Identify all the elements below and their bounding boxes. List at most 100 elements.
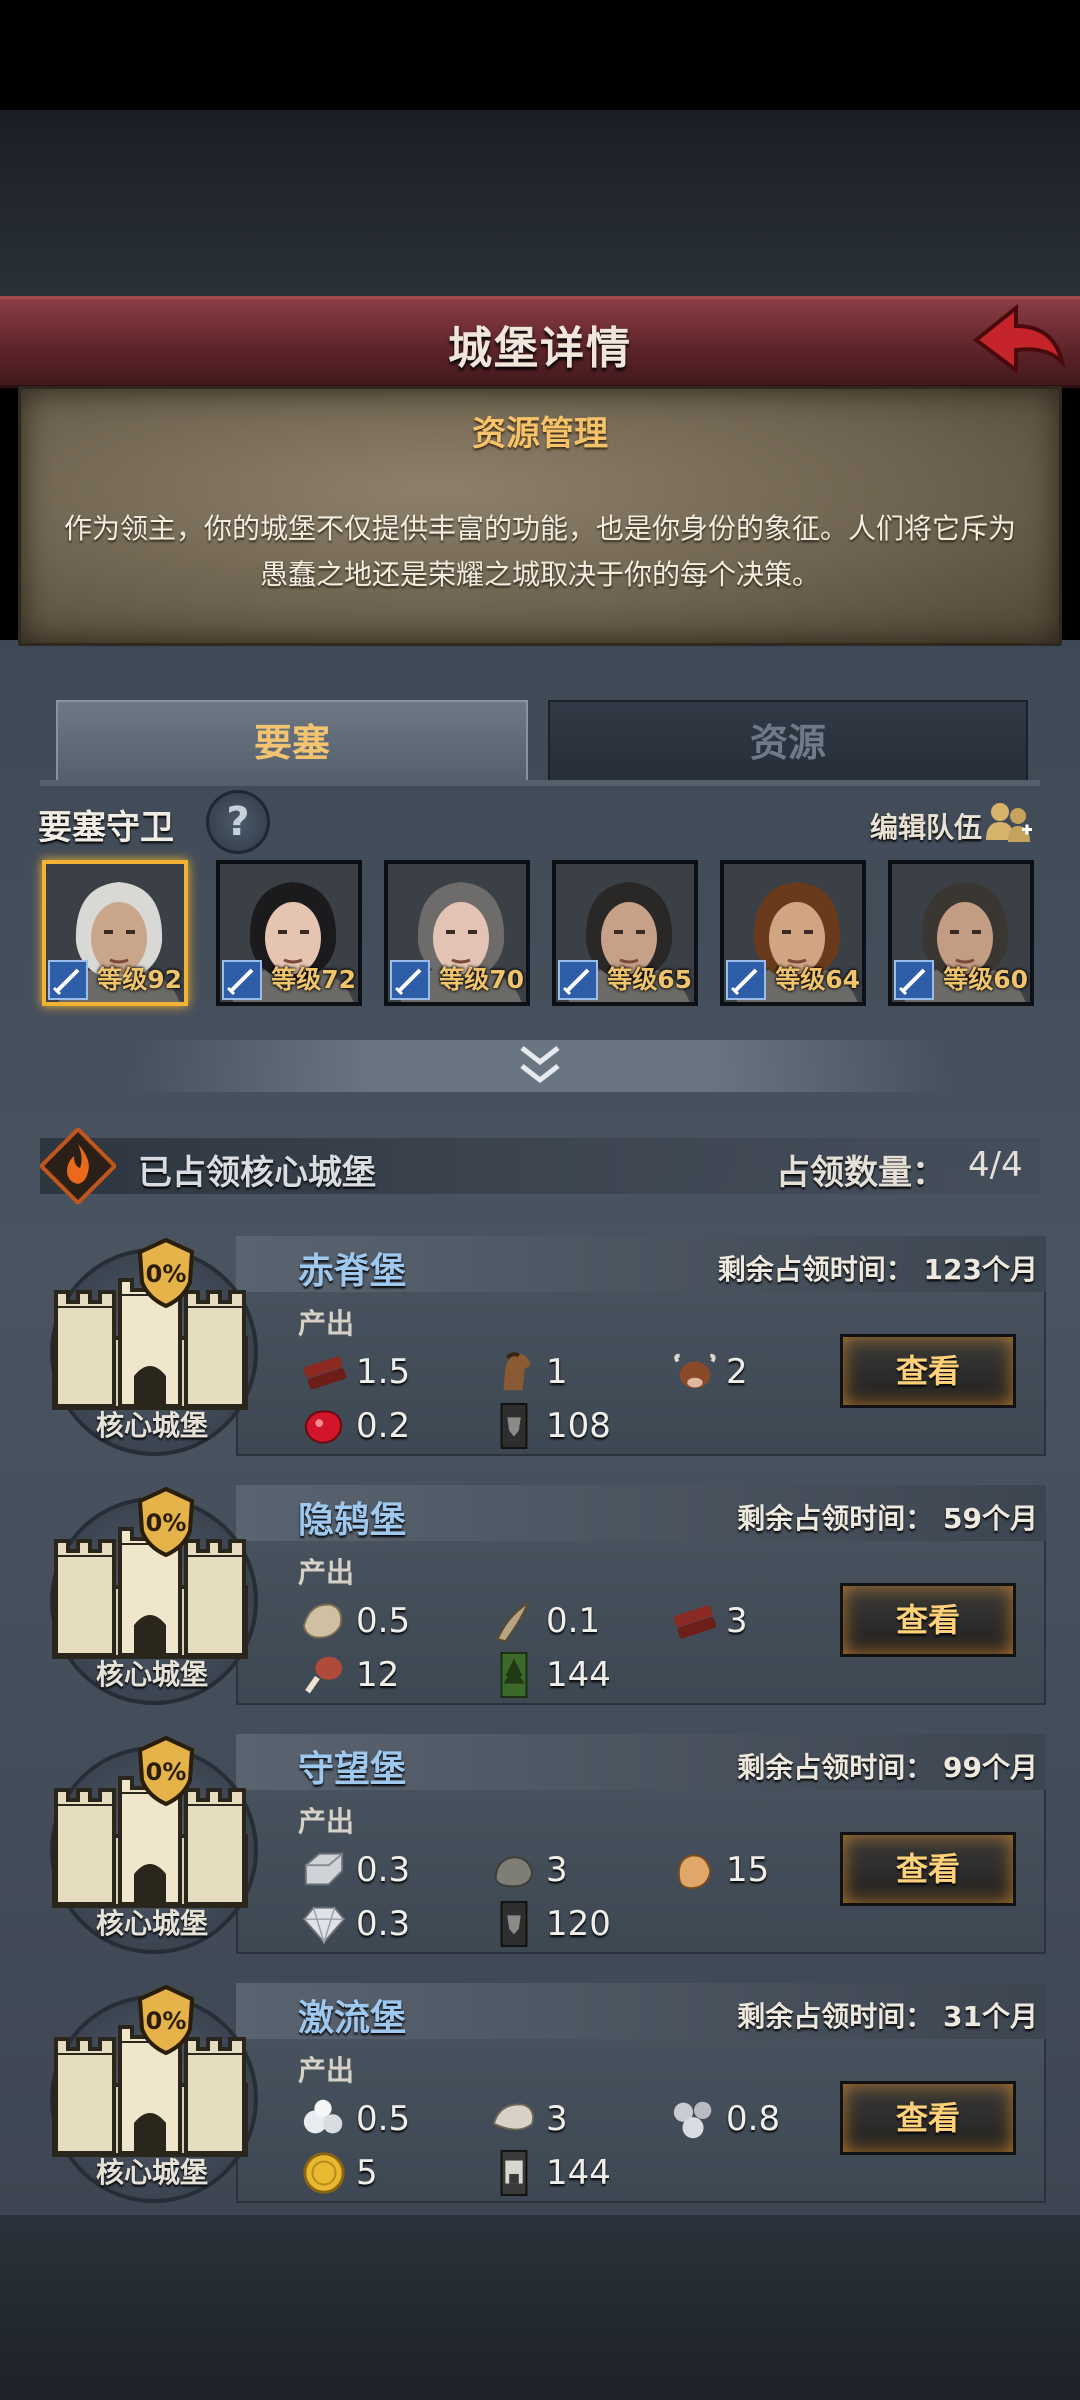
view-button[interactable]: 查看 — [840, 1334, 1016, 1408]
guard-section-title: 要塞守卫 — [38, 808, 174, 848]
output-label: 产出 — [298, 1805, 355, 1838]
resource-value: 5 — [356, 2153, 378, 2193]
oyster-icon — [492, 2103, 535, 2131]
output-label: 产出 — [298, 1556, 355, 1589]
tab-resource[interactable]: 资源 — [548, 700, 1028, 782]
castle-name: 赤脊堡 — [298, 1251, 407, 1292]
resource-value: 1 — [546, 1352, 568, 1392]
sword-icon — [48, 960, 88, 1000]
top-backdrop — [0, 110, 1080, 300]
intro-title: 资源管理 — [472, 414, 608, 454]
hero-portrait[interactable]: 等级72 — [216, 860, 362, 1006]
resource-value: 144 — [546, 1655, 611, 1695]
back-button[interactable] — [968, 300, 1068, 380]
bottom-backdrop — [0, 2215, 1080, 2400]
resource-value: 15 — [726, 1850, 770, 1890]
resource-value: 108 — [546, 1406, 611, 1446]
sword-icon — [726, 960, 766, 1000]
sword-icon — [390, 960, 430, 1000]
intro-description: 作为领主，你的城堡不仅提供丰富的功能，也是你身份的象征。人们将它斥为愚蠢之地还是… — [63, 512, 1016, 591]
castle-name: 激流堡 — [298, 1998, 407, 2039]
occupation-badge: 0% — [145, 2007, 187, 2035]
fire-icon — [38, 1126, 118, 1206]
sword-icon — [222, 960, 262, 1000]
occupy-count: 4/4 — [968, 1145, 1023, 1185]
diamond-icon — [302, 1906, 346, 1945]
hero-portrait[interactable]: 等级70 — [384, 860, 530, 1006]
occupation-badge: 0% — [145, 1260, 187, 1288]
meat-icon — [305, 1656, 343, 1694]
ruby-icon — [304, 1410, 342, 1444]
resource-value: 0.3 — [356, 1904, 411, 1944]
castle-banner-icon — [500, 2149, 528, 2197]
wood-icon — [303, 1356, 347, 1390]
view-button[interactable]: 查看 — [840, 2081, 1016, 2155]
hero-portrait[interactable]: 等级64 — [720, 860, 866, 1006]
castle-name: 守望堡 — [298, 1749, 407, 1790]
horse-icon — [503, 1352, 531, 1391]
remaining-time: 剩余占领时间： 59个月 — [737, 1502, 1038, 1535]
team-icon[interactable] — [984, 800, 1034, 846]
fur-icon — [302, 1603, 343, 1639]
resource-value: 0.2 — [356, 1406, 411, 1446]
banner-icon — [500, 1402, 528, 1450]
occupation-badge: 0% — [145, 1758, 187, 1786]
page-title: 城堡详情 — [448, 323, 632, 374]
remaining-time: 剩余占领时间： 123个月 — [717, 1253, 1038, 1286]
back-arrow-icon — [972, 303, 1066, 374]
castle-card: 0% 核心城堡 守望堡 剩余占领时间： 99个月 产出 0.3 3 15 0.3 120 查看 — [36, 1734, 1046, 1966]
occupy-count-label: 占领数量： — [776, 1153, 946, 1193]
resource-value: 3 — [726, 1601, 748, 1641]
castle-name: 隐鸫堡 — [298, 1500, 407, 1541]
hero-portrait[interactable]: 等级60 — [888, 860, 1034, 1006]
hero-level: 等级72 — [271, 965, 356, 994]
sword-icon — [894, 960, 934, 1000]
view-button[interactable]: 查看 — [840, 1583, 1016, 1657]
resource-value: 0.1 — [546, 1601, 601, 1641]
resource-value: 0.5 — [356, 2099, 411, 2139]
resource-value: 0.5 — [356, 1601, 411, 1641]
castle-card: 0% 核心城堡 赤脊堡 剩余占领时间： 123个月产出 1.5 1 2 0.2 108 查看 — [36, 1236, 1046, 1468]
core-castles-title: 已占领核心城堡 — [138, 1153, 376, 1193]
resource-value: 0.3 — [356, 1850, 411, 1890]
tab-fortress[interactable]: 要塞 — [56, 700, 528, 782]
output-label: 产出 — [298, 2054, 355, 2087]
tree-banner-icon — [500, 1651, 528, 1699]
resource-value: 12 — [356, 1655, 400, 1695]
core-castle-label: 核心城堡 — [96, 1907, 209, 1940]
resource-value: 2 — [726, 1352, 748, 1392]
core-castle-label: 核心城堡 — [96, 1409, 209, 1442]
castle-card: 0% 核心城堡 隐鸫堡 剩余占领时间： 59个月产出 0.5 0.1 3 12 144 查看 — [36, 1485, 1046, 1717]
hero-portrait[interactable]: 等级65 — [552, 860, 698, 1006]
hero-level: 等级64 — [775, 965, 860, 994]
gold-coin-icon — [303, 2152, 345, 2194]
resource-value: 120 — [546, 1904, 611, 1944]
edit-team-button[interactable]: 编辑队伍 — [870, 806, 982, 846]
silver-pearl-icon — [673, 2101, 712, 2139]
remaining-time: 剩余占领时间： 31个月 — [737, 2000, 1038, 2033]
iron-icon — [304, 1852, 344, 1886]
cattle-icon — [674, 1353, 716, 1389]
core-castle-label: 核心城堡 — [96, 2156, 209, 2189]
tab-divider — [40, 780, 1040, 786]
resource-value: 0.8 — [726, 2099, 781, 2139]
ore-icon — [677, 1854, 712, 1890]
core-castle-label: 核心城堡 — [96, 1658, 209, 1691]
resource-value: 3 — [546, 2099, 568, 2139]
hero-level: 等级65 — [607, 965, 692, 994]
pearl-icon — [303, 2099, 343, 2134]
view-button[interactable]: 查看 — [840, 1832, 1016, 1906]
remaining-time: 剩余占领时间： 99个月 — [737, 1751, 1038, 1784]
sword-icon — [558, 960, 598, 1000]
resource-value: 1.5 — [356, 1352, 411, 1392]
horn-icon — [496, 1600, 531, 1643]
castle-card: 0% 核心城堡 激流堡 剩余占领时间： 31个月 产出 0.5 3 0.8 5 144 查看 — [36, 1983, 1046, 2215]
occupation-badge: 0% — [145, 1509, 187, 1537]
hero-portrait[interactable]: 等级92 — [42, 860, 188, 1006]
hero-level: 等级70 — [439, 965, 524, 994]
output-label: 产出 — [298, 1307, 355, 1340]
hero-level: 等级60 — [943, 965, 1028, 994]
banner-icon — [500, 1900, 528, 1948]
chevron-down-icon[interactable] — [510, 1040, 570, 1092]
help-icon[interactable]: ? — [206, 790, 270, 854]
